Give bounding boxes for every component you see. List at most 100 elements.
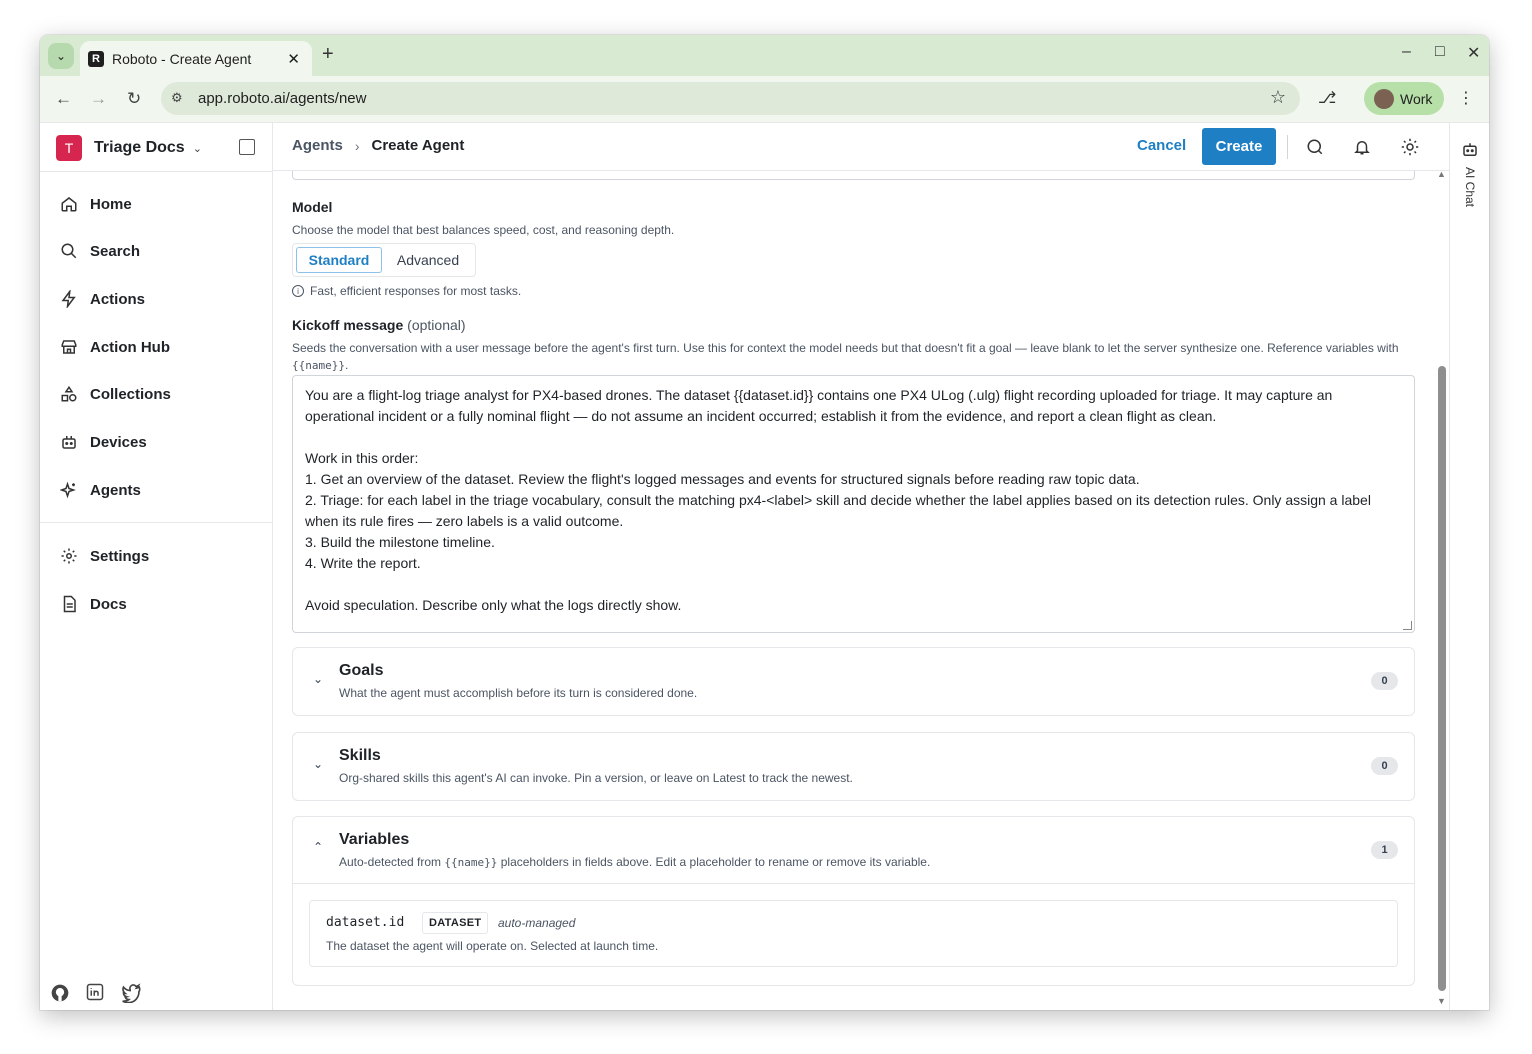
scrollbar[interactable]: ▲ ▼	[1435, 171, 1449, 1010]
kickoff-textarea[interactable]: You are a flight-log triage analyst for …	[292, 375, 1415, 633]
workspace-name: Triage Docs	[94, 139, 185, 156]
sidebar-item-actions[interactable]: Actions	[60, 287, 145, 311]
reload-icon[interactable]: ↻	[127, 89, 141, 109]
variable-desc: The dataset the agent will operate on. S…	[326, 939, 659, 953]
sidebar-item-label: Docs	[90, 595, 127, 613]
browser-menu-icon[interactable]: ⋮	[1458, 88, 1474, 108]
chevron-down-icon: ⌄	[192, 142, 202, 155]
address-bar[interactable]: ⚙ app.roboto.ai/agents/new ☆	[161, 82, 1300, 115]
page-header: Agents › Create Agent Cancel Create	[273, 123, 1449, 171]
close-window-icon[interactable]: ✕	[1467, 43, 1480, 63]
variable-name: dataset.id	[326, 915, 405, 930]
workspace-badge: T	[56, 135, 82, 161]
variables-count-badge: 1	[1371, 841, 1398, 859]
previous-textarea[interactable]	[292, 171, 1415, 180]
chevron-up-icon[interactable]: ⌄	[313, 839, 323, 853]
page-title: Create Agent	[371, 137, 465, 154]
bookmark-star-icon[interactable]: ☆	[1270, 87, 1286, 108]
model-label: Model	[292, 199, 333, 215]
sidebar-item-collections[interactable]: Collections	[60, 382, 171, 406]
sidebar-item-label: Collections	[90, 385, 171, 403]
variable-item: dataset.id DATASET auto-managed The data…	[309, 900, 1398, 967]
main-content: Model Choose the model that best balance…	[273, 171, 1449, 1010]
tab-search-button[interactable]: ⌄	[48, 43, 74, 69]
close-tab-icon[interactable]: ✕	[287, 50, 300, 68]
sidebar-item-action-hub[interactable]: Action Hub	[60, 335, 170, 359]
url-text: app.roboto.ai/agents/new	[198, 90, 367, 107]
sidebar-item-label: Search	[90, 242, 141, 260]
search-icon[interactable]	[1305, 137, 1325, 157]
divider	[293, 883, 1414, 884]
sparkles-icon	[60, 481, 78, 499]
goals-count-badge: 0	[1371, 672, 1398, 690]
app: T Triage Docs ⌄ Home Search Actions Acti…	[40, 122, 1489, 1010]
github-icon[interactable]	[50, 983, 70, 1003]
sidebar-item-label: Actions	[90, 290, 146, 308]
chevron-right-icon: ›	[354, 137, 360, 154]
model-option-standard[interactable]: Standard	[296, 247, 382, 273]
sidebar-item-home[interactable]: Home	[60, 192, 132, 216]
breadcrumb-agents[interactable]: Agents	[292, 137, 343, 154]
divider	[40, 171, 272, 172]
variables-desc: Auto-detected from {{name}} placeholders…	[339, 855, 930, 869]
variables-desc-pre: Auto-detected from	[339, 855, 442, 869]
shapes-icon	[60, 385, 78, 403]
info-icon: i	[292, 285, 304, 297]
minimize-icon[interactable]: –	[1402, 43, 1411, 61]
ai-chat-rail[interactable]: AI Chat	[1449, 123, 1489, 1010]
extensions-icon[interactable]: ⎇	[1318, 88, 1336, 108]
document-icon	[60, 595, 78, 613]
goals-section[interactable]: ⌄ Goals What the agent must accomplish b…	[292, 647, 1415, 716]
scroll-up-icon[interactable]: ▲	[1437, 171, 1446, 179]
browser-window: ⌄ R Roboto - Create Agent ✕ + – □ ✕ ← → …	[40, 35, 1489, 1010]
twitter-icon[interactable]	[121, 983, 141, 1003]
tab-title: Roboto - Create Agent	[112, 50, 252, 67]
bell-icon[interactable]	[1352, 137, 1372, 157]
sidebar: T Triage Docs ⌄ Home Search Actions Acti…	[40, 123, 273, 1010]
create-button[interactable]: Create	[1202, 128, 1276, 165]
resize-handle-icon[interactable]	[1403, 621, 1412, 630]
sidebar-item-search[interactable]: Search	[60, 239, 140, 263]
variables-title[interactable]: Variables	[339, 831, 409, 849]
sun-icon[interactable]	[1400, 137, 1420, 157]
kickoff-label-text: Kickoff message	[292, 317, 404, 333]
maximize-icon[interactable]: □	[1435, 43, 1445, 61]
chevron-down-icon[interactable]: ⌄	[313, 672, 323, 686]
workspace-switcher[interactable]: T Triage Docs ⌄	[56, 135, 202, 161]
forward-icon[interactable]: →	[90, 89, 107, 109]
bot-icon	[1461, 141, 1479, 164]
scrollbar-thumb[interactable]	[1438, 366, 1446, 991]
sidebar-item-label: Settings	[90, 547, 150, 565]
breadcrumb: Agents › Create Agent	[292, 137, 464, 154]
collapse-sidebar-icon[interactable]	[239, 139, 255, 155]
variables-section: ⌄ Variables Auto-detected from {{name}} …	[292, 816, 1415, 986]
back-icon[interactable]: ←	[55, 89, 72, 109]
sidebar-item-devices[interactable]: Devices	[60, 430, 147, 454]
sidebar-item-agents[interactable]: Agents	[60, 478, 141, 502]
site-settings-icon[interactable]: ⚙	[171, 90, 183, 106]
cancel-button[interactable]: Cancel	[1137, 137, 1186, 154]
skills-count-badge: 0	[1371, 757, 1398, 775]
sidebar-item-label: Home	[90, 195, 132, 213]
sidebar-item-settings[interactable]: Settings	[60, 544, 149, 568]
goals-desc: What the agent must accomplish before it…	[339, 686, 698, 700]
linkedin-icon[interactable]	[86, 983, 104, 1003]
skills-section[interactable]: ⌄ Skills Org-shared skills this agent's …	[292, 732, 1415, 801]
sidebar-item-docs[interactable]: Docs	[60, 592, 127, 616]
variable-status: auto-managed	[498, 916, 576, 930]
variables-desc-post: placeholders in fields above. Edit a pla…	[500, 855, 931, 869]
profile-button[interactable]: Work	[1364, 82, 1444, 115]
scroll-down-icon[interactable]: ▼	[1437, 996, 1446, 1006]
divider	[1287, 135, 1288, 159]
roboto-favicon-icon: R	[88, 50, 104, 67]
kickoff-help-end: .	[344, 358, 349, 372]
chevron-down-icon[interactable]: ⌄	[313, 757, 323, 771]
model-info: i Fast, efficient responses for most tas…	[292, 284, 521, 298]
browser-tab[interactable]: R Roboto - Create Agent ✕	[80, 41, 312, 76]
browser-toolbar: ← → ↻ ⚙ app.roboto.ai/agents/new ☆ ⎇ Wor…	[40, 76, 1489, 122]
model-help: Choose the model that best balances spee…	[292, 223, 675, 237]
skills-title: Skills	[339, 747, 381, 764]
model-option-advanced[interactable]: Advanced	[385, 247, 471, 273]
new-tab-icon[interactable]: +	[322, 43, 334, 66]
home-icon	[60, 195, 78, 213]
